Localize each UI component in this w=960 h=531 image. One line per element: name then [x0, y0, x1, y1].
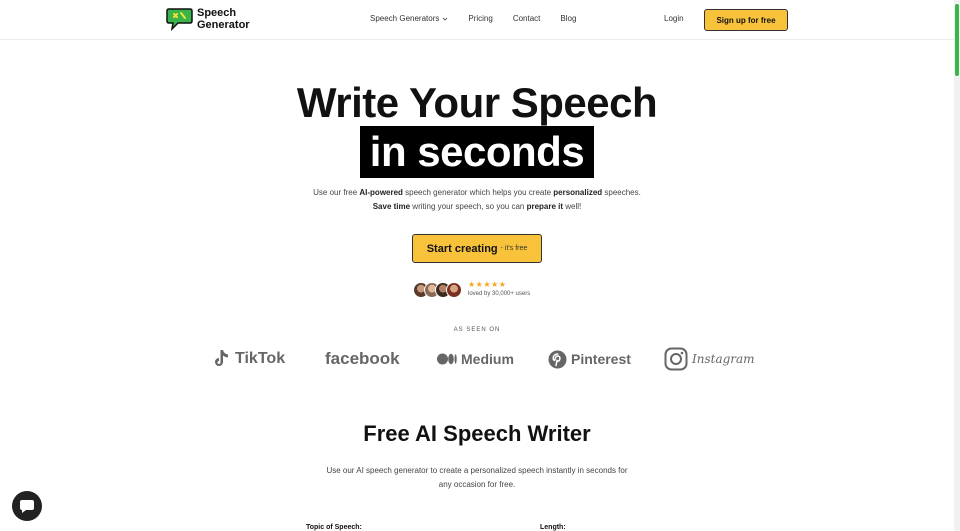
pinterest-logo: Pinterest	[548, 345, 631, 373]
site-header: Speech Generator Speech Generators Prici…	[0, 0, 960, 40]
nav-contact[interactable]: Contact	[513, 14, 541, 23]
writer-title: Free AI Speech Writer	[363, 421, 591, 446]
logo-text: Speech Generator	[197, 7, 250, 31]
speech-bubble-icon	[166, 8, 193, 31]
sub-text: speeches.	[602, 188, 641, 197]
hero-highlight-wrap: in seconds	[0, 126, 954, 178]
page-scrollbar[interactable]	[954, 0, 960, 531]
as-seen-on-label: AS SEEN ON	[453, 327, 501, 333]
star-rating-icon: ★★★★★	[468, 280, 507, 289]
sub-bold: prepare it	[526, 202, 564, 211]
cta-sub-label: - it's free	[500, 245, 528, 252]
tiktok-logo: TikTok	[213, 345, 285, 373]
hero-subtitle: Use our free AI-powered speech generator…	[0, 186, 954, 214]
pinterest-text: Pinterest	[571, 351, 631, 367]
facebook-logo: facebook	[325, 345, 400, 373]
sub-text: speech generator which helps you create	[402, 188, 554, 197]
logo-line2: Generator	[197, 19, 250, 31]
length-label: Length:	[540, 524, 566, 531]
logo[interactable]: Speech Generator	[166, 7, 250, 31]
nav-blog[interactable]: Blog	[560, 14, 576, 23]
cta-main-label: Start creating	[426, 242, 498, 255]
avatar-group	[413, 281, 462, 298]
avatar	[446, 281, 462, 298]
instagram-logo: Instagram	[664, 345, 755, 373]
chevron-down-icon	[443, 17, 448, 21]
sub-bold: AI-powered	[359, 188, 403, 197]
loved-by-text: loved by 30,000+ users	[468, 291, 531, 297]
chat-bubble-icon	[20, 499, 34, 513]
social-proof: ★★★★★ loved by 30,000+ users	[413, 281, 530, 298]
tiktok-text: TikTok	[235, 350, 286, 367]
logo-line1: Speech	[197, 7, 237, 19]
sub-bold: Save time	[372, 202, 411, 211]
start-creating-button[interactable]: Start creating - it's free	[412, 234, 542, 263]
hero-highlight: in seconds	[359, 126, 595, 178]
nav-speech-generators[interactable]: Speech Generators	[370, 14, 448, 23]
login-link[interactable]: Login	[664, 14, 684, 23]
hero-title: Write Your Speech	[296, 79, 658, 126]
writer-desc-line1: Use our AI speech generator to create a …	[326, 466, 628, 475]
topic-label: Topic of Speech:	[306, 524, 362, 531]
instagram-icon	[664, 347, 688, 371]
instagram-text: Instagram	[692, 352, 755, 366]
facebook-text: facebook	[325, 349, 400, 368]
hero-subtitle-line1: Use our free AI-powered speech generator…	[0, 186, 954, 200]
sub-text: Use our free	[313, 188, 360, 197]
writer-description: Use our AI speech generator to create a …	[302, 464, 652, 492]
nav-speech-generators-label: Speech Generators	[370, 14, 440, 23]
sub-bold: personalized	[553, 188, 603, 197]
medium-logo: Medium	[437, 345, 514, 373]
chat-button[interactable]	[12, 491, 42, 521]
main-nav: Speech Generators Pricing Contact Blog	[370, 14, 596, 23]
medium-icon	[437, 353, 457, 365]
hero-subtitle-line2: Save time writing your speech, so you ca…	[0, 200, 954, 214]
medium-text: Medium	[461, 351, 514, 367]
rating-block: ★★★★★ loved by 30,000+ users	[468, 281, 530, 298]
tiktok-icon	[215, 350, 228, 366]
brand-logos: TikTok facebook Medium Pinterest Instagr…	[213, 345, 755, 373]
scrollbar-thumb[interactable]	[955, 4, 959, 76]
pinterest-icon	[548, 350, 567, 368]
signup-button[interactable]: Sign up for free	[704, 9, 788, 31]
sub-text: writing your speech, so you can	[410, 202, 527, 211]
nav-pricing[interactable]: Pricing	[468, 14, 492, 23]
writer-desc-line2: any occasion for free.	[438, 480, 516, 489]
sub-text: well!	[563, 202, 582, 211]
